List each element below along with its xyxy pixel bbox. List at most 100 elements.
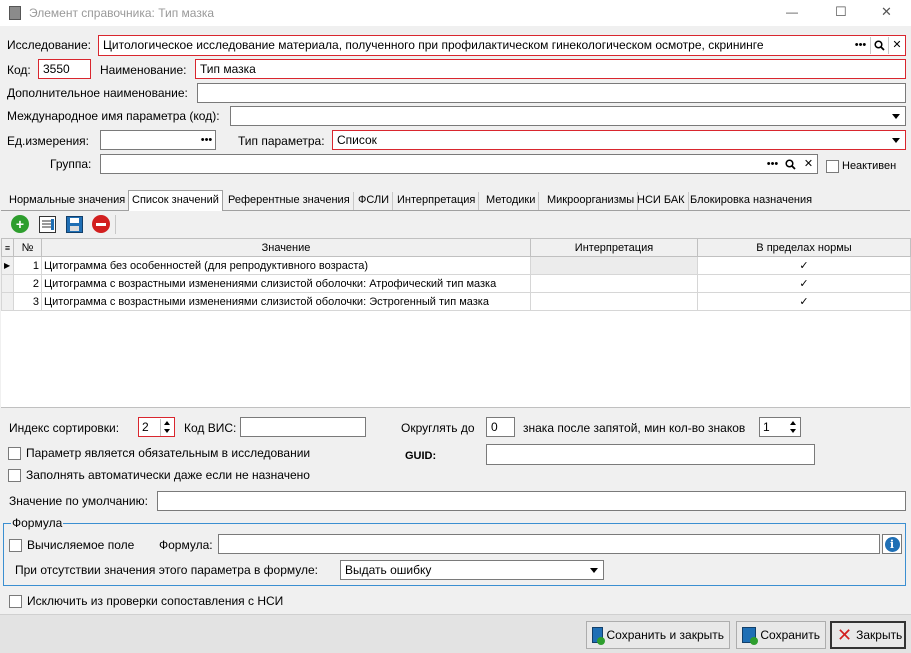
guid-field[interactable] bbox=[486, 444, 815, 465]
decimals-spinner[interactable]: 1 bbox=[759, 417, 801, 437]
tab-methods[interactable]: Методики bbox=[483, 192, 540, 210]
default-label: Значение по умолчанию: bbox=[9, 494, 148, 508]
row-num[interactable]: 3 bbox=[13, 292, 42, 311]
decimals-label: знака после запятой, мин кол-во знаков bbox=[523, 421, 746, 435]
check-icon[interactable]: ✓ bbox=[799, 296, 808, 308]
clear-icon[interactable]: ✕ bbox=[800, 156, 817, 173]
missing-label: При отсутствии значения этого параметра … bbox=[15, 563, 319, 577]
column-header-interpretation[interactable]: Интерпретация bbox=[530, 238, 698, 257]
missing-value: Выдать ошибку bbox=[345, 563, 432, 577]
close-button[interactable]: ✕ Закрыть bbox=[830, 621, 906, 649]
row-in-norm[interactable]: ✓ bbox=[697, 256, 911, 275]
mandatory-checkbox[interactable] bbox=[8, 447, 21, 460]
column-header-num[interactable]: № bbox=[13, 238, 42, 257]
formula-group-title: Формула bbox=[11, 515, 64, 531]
edit-list-icon[interactable] bbox=[39, 216, 56, 233]
save-icon bbox=[742, 627, 759, 645]
vis-code-label: Код ВИС: bbox=[184, 421, 237, 435]
save-close-label: Сохранить и закрыть bbox=[606, 628, 724, 642]
vis-code-field[interactable] bbox=[240, 417, 366, 437]
tab-interpretation[interactable]: Интерпретация bbox=[394, 192, 480, 210]
table-row[interactable]: 3 Цитограмма с возрастными изменениями с… bbox=[1, 292, 911, 311]
grid-header-row: ≡ № Значение Интерпретация В пределах но… bbox=[1, 238, 911, 257]
param-type-dropdown[interactable]: Список bbox=[332, 130, 906, 150]
row-interpretation[interactable] bbox=[530, 274, 698, 293]
missing-dropdown[interactable]: Выдать ошибку bbox=[340, 560, 604, 580]
mandatory-label: Параметр является обязательным в исследо… bbox=[26, 446, 311, 460]
spinner-arrows[interactable] bbox=[160, 419, 173, 436]
ellipsis-icon[interactable]: ••• bbox=[764, 156, 781, 173]
maximize-button[interactable]: ☐ bbox=[835, 4, 847, 20]
toolbar-separator bbox=[115, 215, 116, 234]
tab-value-list[interactable]: Список значений bbox=[128, 190, 223, 211]
ellipsis-icon[interactable]: ••• bbox=[852, 37, 869, 54]
code-label: Код: bbox=[7, 63, 31, 77]
code-value: 3550 bbox=[43, 62, 70, 76]
chevron-down-icon[interactable] bbox=[888, 133, 903, 148]
column-header-in-norm[interactable]: В пределах нормы bbox=[697, 238, 911, 257]
add-icon[interactable]: + bbox=[11, 215, 29, 233]
spinner-arrows[interactable] bbox=[786, 419, 799, 436]
code-field[interactable]: 3550 bbox=[38, 59, 91, 79]
name-field[interactable]: Тип мазка bbox=[195, 59, 906, 79]
round-field[interactable]: 0 bbox=[486, 417, 515, 437]
unit-field[interactable]: ••• bbox=[100, 130, 216, 150]
param-type-value: Список bbox=[337, 133, 377, 147]
info-icon[interactable]: i bbox=[882, 534, 902, 554]
exclude-checkbox[interactable] bbox=[9, 595, 22, 608]
check-icon[interactable]: ✓ bbox=[799, 278, 808, 290]
autofill-checkbox[interactable] bbox=[8, 469, 21, 482]
computed-label: Вычисляемое поле bbox=[27, 538, 135, 552]
inactive-checkbox[interactable] bbox=[826, 160, 839, 173]
study-label: Исследование: bbox=[7, 38, 91, 52]
tab-microorganisms[interactable]: Микроорганизмы bbox=[544, 192, 639, 210]
row-interpretation[interactable] bbox=[530, 292, 698, 311]
table-row[interactable]: 2 Цитограмма с возрастными изменениями с… bbox=[1, 274, 911, 293]
tab-normal-values[interactable]: Нормальные значения bbox=[6, 192, 130, 210]
tab-reference-values[interactable]: Референтные значения bbox=[225, 192, 354, 210]
intl-name-dropdown[interactable] bbox=[230, 106, 906, 126]
save-icon[interactable] bbox=[66, 216, 83, 233]
unit-label: Ед.измерения: bbox=[7, 134, 89, 148]
tab-nsi-bak[interactable]: НСИ БАК bbox=[634, 192, 689, 210]
study-field[interactable]: Цитологическое исследование материала, п… bbox=[98, 35, 906, 56]
grid-menu-icon[interactable]: ≡ bbox=[1, 238, 14, 257]
extra-name-field[interactable] bbox=[197, 83, 906, 103]
row-value[interactable]: Цитограмма с возрастными изменениями сли… bbox=[41, 292, 531, 311]
check-icon[interactable]: ✓ bbox=[799, 260, 808, 272]
save-close-button[interactable]: Сохранить и закрыть bbox=[586, 621, 730, 649]
sort-spinner[interactable]: 2 bbox=[138, 417, 175, 437]
search-icon[interactable] bbox=[870, 37, 887, 54]
ellipsis-icon[interactable]: ••• bbox=[198, 132, 215, 149]
values-grid: ≡ № Значение Интерпретация В пределах но… bbox=[1, 238, 911, 311]
tab-block-assignment[interactable]: Блокировка назначения bbox=[687, 192, 815, 210]
column-header-value[interactable]: Значение bbox=[41, 238, 531, 257]
clear-icon[interactable]: ✕ bbox=[888, 37, 905, 54]
save-button[interactable]: Сохранить bbox=[736, 621, 826, 649]
group-field[interactable]: ••• ✕ bbox=[100, 154, 818, 174]
row-value[interactable]: Цитограмма с возрастными изменениями сли… bbox=[41, 274, 531, 293]
row-interpretation[interactable] bbox=[530, 256, 698, 275]
param-type-label: Тип параметра: bbox=[238, 134, 325, 148]
grid-toolbar: + bbox=[1, 211, 910, 238]
row-value[interactable]: Цитограмма без особенностей (для репроду… bbox=[41, 256, 531, 275]
formula-field[interactable] bbox=[218, 534, 880, 554]
autofill-label: Заполнять автоматически даже если не наз… bbox=[26, 468, 310, 482]
delete-icon[interactable] bbox=[92, 215, 110, 233]
chevron-down-icon[interactable] bbox=[586, 563, 601, 578]
row-indicator-icon: ▶ bbox=[1, 256, 14, 275]
computed-checkbox[interactable] bbox=[9, 539, 22, 552]
row-in-norm[interactable]: ✓ bbox=[697, 292, 911, 311]
row-num[interactable]: 2 bbox=[13, 274, 42, 293]
table-row[interactable]: ▶ 1 Цитограмма без особенностей (для реп… bbox=[1, 256, 911, 275]
sort-label: Индекс сортировки: bbox=[9, 421, 120, 435]
chevron-down-icon[interactable] bbox=[888, 109, 903, 124]
close-x-icon: ✕ bbox=[837, 625, 853, 645]
minimize-button[interactable]: — bbox=[786, 4, 798, 20]
row-in-norm[interactable]: ✓ bbox=[697, 274, 911, 293]
search-icon[interactable] bbox=[782, 156, 799, 173]
tab-fsli[interactable]: ФСЛИ bbox=[355, 192, 394, 210]
default-field[interactable] bbox=[157, 491, 906, 511]
row-num[interactable]: 1 bbox=[13, 256, 42, 275]
close-window-button[interactable]: ✕ bbox=[881, 4, 892, 20]
